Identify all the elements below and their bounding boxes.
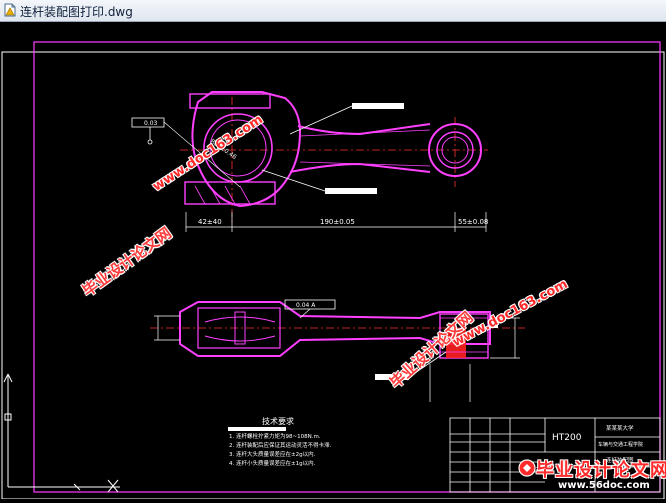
tech-requirements: 技术要求 1. 连杆螺栓拧紧力矩为98~108N.m. 2. 连杆装配后应保证其… [228, 416, 331, 467]
drawing-canvas[interactable]: 42±40 190±0.05 55±0.08 0.03 R60±0.46 0.0… [0, 22, 666, 500]
tech-req-line-1: 1. 连杆螺栓拧紧力矩为98~108N.m. [229, 432, 321, 440]
tech-req-line-2: 2. 连杆装配后应保证其运动灵活不得卡滞. [229, 441, 331, 449]
window-titlebar: 连杆装配图打印.dwg [0, 0, 666, 22]
title-dept: 车辆与交通工程学院 [598, 441, 643, 448]
branding-name: 毕业设计论文网 [536, 460, 666, 481]
branding-url: www.56doc.com [558, 480, 650, 491]
ucs-icon [3, 373, 120, 493]
part-tag-1 [352, 103, 404, 109]
title-school: 某某某大学 [606, 424, 634, 432]
flatness-value: 0.03 [144, 120, 158, 127]
tech-req-title: 技术要求 [262, 416, 294, 426]
title-material: HT200 [552, 433, 582, 443]
dim-42: 42±40 [198, 218, 222, 226]
tech-req-line-4: 4. 连杆小头质量误差应在±1g以内. [229, 459, 316, 467]
part-tag-2 [325, 188, 377, 194]
site-branding: 毕业设计论文网 www.56doc.com [518, 456, 666, 496]
tolerance-mid: 0.04 A [296, 302, 316, 309]
window-title: 连杆装配图打印.dwg [20, 5, 133, 19]
dim-190: 190±0.05 [320, 218, 355, 226]
cad-drawing[interactable]: 42±40 190±0.05 55±0.08 0.03 R60±0.46 0.0… [0, 22, 666, 500]
autocad-dwg-file-icon [4, 3, 16, 17]
tech-req-line-3: 3. 连杆大头质量误差应在±2g以内. [229, 450, 316, 458]
dim-55: 55±0.08 [458, 218, 488, 226]
branding-logo-icon [518, 459, 536, 477]
